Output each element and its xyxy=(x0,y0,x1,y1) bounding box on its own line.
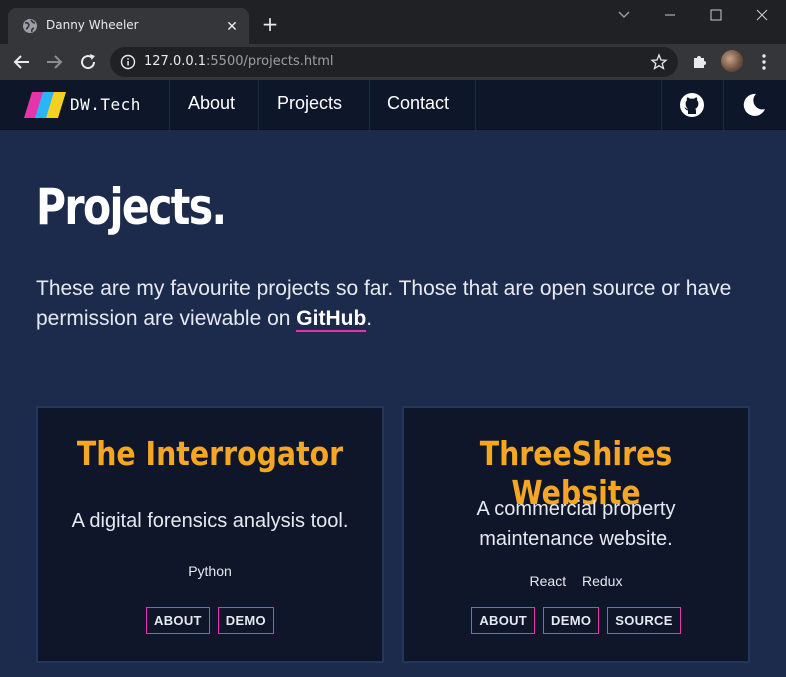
browser-tabstrip: Danny Wheeler ✕ + xyxy=(0,0,786,44)
forward-arrow-icon[interactable] xyxy=(42,50,66,74)
close-window-icon[interactable] xyxy=(742,4,782,26)
info-icon[interactable] xyxy=(120,54,136,70)
project-description: A commercial property maintenance websit… xyxy=(476,498,676,550)
tab-search-icon[interactable] xyxy=(604,4,644,26)
tech-tag: Python xyxy=(188,563,232,579)
close-tab-icon[interactable]: ✕ xyxy=(222,16,242,36)
intro-text: These are my favourite projects so far. … xyxy=(36,277,732,330)
extensions-puzzle-icon[interactable] xyxy=(688,50,712,74)
project-card: The Interrogator A digital forensics ana… xyxy=(36,406,384,663)
dark-mode-moon-icon[interactable] xyxy=(741,92,767,118)
globe-icon xyxy=(23,19,37,33)
tech-tag: Redux xyxy=(582,573,623,589)
tab-title: Danny Wheeler xyxy=(46,18,139,32)
bookmark-star-icon[interactable] xyxy=(650,53,668,71)
browser-tab[interactable]: Danny Wheeler ✕ xyxy=(8,8,249,44)
site-logo[interactable]: DW.Tech xyxy=(24,91,170,119)
url-text: 127.0.0.1:5500/projects.html xyxy=(144,54,334,69)
project-tags: React Redux xyxy=(404,573,748,589)
reload-icon[interactable] xyxy=(76,50,100,74)
intro-end: . xyxy=(366,307,373,330)
nav-link-contact[interactable]: Contact xyxy=(387,93,449,114)
address-bar[interactable]: 127.0.0.1:5500/projects.html xyxy=(110,47,678,77)
minimize-icon[interactable] xyxy=(650,4,690,26)
tech-tag: React xyxy=(529,573,567,589)
site-navbar: DW.Tech About Projects Contact xyxy=(0,80,786,130)
maximize-icon[interactable] xyxy=(696,4,736,26)
nav-divider xyxy=(369,80,370,130)
logo-stripes-icon xyxy=(24,92,66,118)
profile-avatar[interactable] xyxy=(721,50,743,72)
about-button[interactable]: ABOUT xyxy=(146,607,210,634)
project-card: ThreeShires Website A commercial propert… xyxy=(402,406,750,663)
source-button[interactable]: SOURCE xyxy=(607,607,681,634)
demo-button[interactable]: DEMO xyxy=(543,607,600,634)
nav-divider xyxy=(258,80,259,130)
nav-divider xyxy=(169,80,170,130)
nav-divider xyxy=(723,80,724,130)
logo-text: DW.Tech xyxy=(70,95,141,114)
project-button-row: ABOUT DEMO xyxy=(38,607,382,634)
project-button-row: ABOUT DEMO SOURCE xyxy=(404,607,748,634)
demo-button[interactable]: DEMO xyxy=(217,607,274,634)
github-icon[interactable] xyxy=(679,92,705,118)
project-title: The Interrogator xyxy=(76,434,344,473)
menu-kebab-icon[interactable] xyxy=(752,50,776,74)
nav-divider xyxy=(475,80,476,130)
back-arrow-icon[interactable] xyxy=(10,50,34,74)
url-path: :5500/projects.html xyxy=(206,54,334,69)
project-description: A digital forensics analysis tool. xyxy=(71,510,349,532)
browser-toolbar: 127.0.0.1:5500/projects.html xyxy=(0,44,786,80)
page-title: Projects. xyxy=(36,178,227,236)
intro-paragraph: These are my favourite projects so far. … xyxy=(36,274,756,334)
nav-link-about[interactable]: About xyxy=(188,93,235,114)
url-host: 127.0.0.1 xyxy=(144,54,207,69)
about-button[interactable]: ABOUT xyxy=(471,607,536,634)
github-link[interactable]: GitHub xyxy=(296,307,367,332)
nav-divider xyxy=(661,80,662,130)
new-tab-button[interactable]: + xyxy=(258,12,282,36)
project-tags: Python xyxy=(38,563,382,579)
nav-link-projects[interactable]: Projects xyxy=(277,93,342,114)
